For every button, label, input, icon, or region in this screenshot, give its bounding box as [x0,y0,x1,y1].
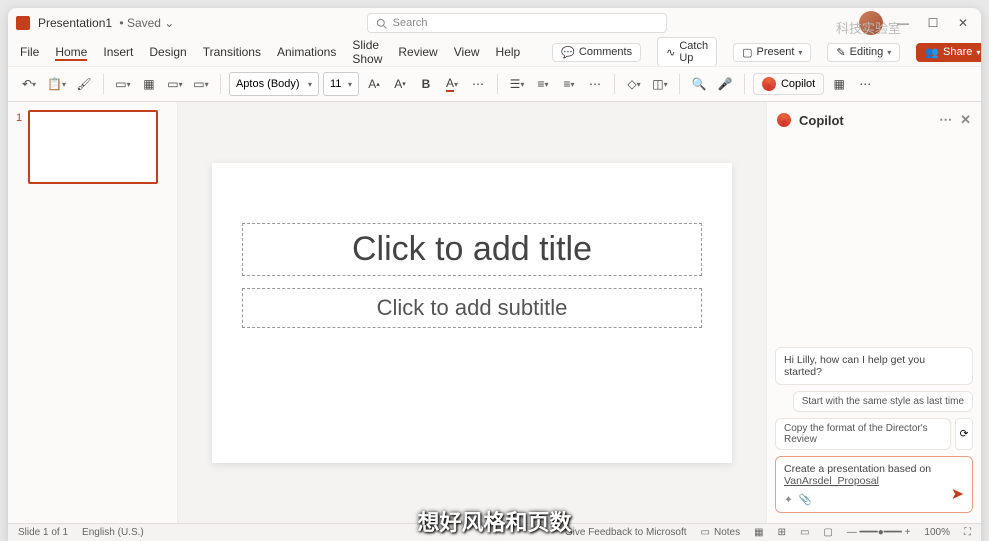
view-reading-button[interactable]: ▭ [800,527,809,538]
designer-button[interactable]: ▦ [828,72,850,96]
menu-transitions[interactable]: Transitions [203,43,261,61]
copilot-title: Copilot [799,113,844,128]
language-status[interactable]: English (U.S.) [82,527,144,538]
menu-view[interactable]: View [454,43,480,61]
notes-button[interactable]: ▭ Notes [701,527,741,538]
copilot-close-button[interactable]: ✕ [960,112,971,128]
view-slideshow-button[interactable]: ▢ [823,527,832,538]
share-button[interactable]: 👥 Share ▾ [916,43,981,62]
font-family-select[interactable]: Aptos (Body)▾ [229,72,319,96]
maximize-button[interactable]: ☐ [923,16,943,30]
minimize-button[interactable]: — [893,16,913,30]
slide-counter[interactable]: Slide 1 of 1 [18,527,68,538]
new-slide-button[interactable]: ▭▾ [112,72,134,96]
shapes-button[interactable]: ◇▾ [623,72,645,96]
slide-thumbnails-panel: 1 [8,102,178,523]
close-button[interactable]: ✕ [953,16,973,30]
dictate-button[interactable]: 🎤 [714,72,736,96]
menu-file[interactable]: File [20,43,39,61]
layout-button[interactable]: ▦ [138,72,160,96]
menu-home[interactable]: Home [55,43,87,61]
document-title[interactable]: Presentation1 [38,16,112,30]
section-button[interactable]: ▭▾ [190,72,212,96]
copilot-input[interactable]: Create a presentation based on VanArsdel… [775,456,973,513]
slide-editor: Click to add title Click to add subtitle [178,102,766,523]
slide-thumbnail-1[interactable] [28,110,158,184]
powerpoint-icon [16,16,30,30]
attachment-icon[interactable]: 📎 [799,493,812,506]
copilot-suggestion-2[interactable]: Copy the format of the Director's Review [775,418,951,450]
search-icon [376,18,387,29]
increase-font-button[interactable]: A▴ [363,72,385,96]
ribbon-toolbar: ↶▾ 📋▾ 🖌 ▭▾ ▦ ▭▾ ▭▾ Aptos (Body)▾ 11▾ A▴ … [8,66,981,102]
comments-button[interactable]: 💬 Comments [552,43,641,62]
copilot-icon [762,77,776,91]
bold-button[interactable]: B [415,72,437,96]
title-placeholder[interactable]: Click to add title [242,223,702,276]
view-sorter-button[interactable]: ⊞ [778,527,786,538]
reuse-button[interactable]: ▭▾ [164,72,186,96]
catchup-button[interactable]: ∿ Catch Up [657,37,717,67]
menu-help[interactable]: Help [496,43,521,61]
menu-design[interactable]: Design [149,43,186,61]
user-avatar[interactable] [859,11,883,35]
decrease-font-button[interactable]: A▾ [389,72,411,96]
zoom-slider[interactable]: — ━━━●━━━ + [847,527,911,538]
save-state[interactable]: • Saved ⌄ [116,16,174,30]
menu-insert[interactable]: Insert [103,43,133,61]
thumbnail-number: 1 [16,110,22,184]
feedback-link[interactable]: Give Feedback to Microsoft [565,527,687,538]
slide-canvas[interactable]: Click to add title Click to add subtitle [212,163,732,463]
bullets-button[interactable]: ☰▾ [506,72,528,96]
align-button[interactable]: ≡▾ [558,72,580,96]
search-box[interactable]: Search [367,13,667,33]
copilot-attachment-link[interactable]: VanArsdel_Proposal [784,475,879,487]
status-bar: Slide 1 of 1 English (U.S.) Give Feedbac… [8,523,981,541]
font-size-select[interactable]: 11▾ [323,72,359,96]
more-para-button[interactable]: ⋯ [584,72,606,96]
more-ribbon-button[interactable]: ⋯ [854,72,876,96]
menu-bar: File Home Insert Design Transitions Anim… [8,38,981,66]
font-color-button[interactable]: A▾ [441,72,463,96]
title-bar: Presentation1 • Saved ⌄ Search — ☐ ✕ [8,8,981,38]
sparkle-icon[interactable]: ✦ [784,494,793,506]
copilot-ribbon-button[interactable]: Copilot [753,73,824,95]
undo-button[interactable]: ↶▾ [18,72,40,96]
view-normal-button[interactable]: ▦ [754,527,763,538]
copilot-more-button[interactable]: ⋯ [939,112,952,128]
numbering-button[interactable]: ≡▾ [532,72,554,96]
format-painter-button[interactable]: 🖌 [73,72,95,96]
cursor-icon: ➤ [951,484,964,504]
more-font-button[interactable]: ⋯ [467,72,489,96]
copilot-panel: Copilot ⋯ ✕ Hi Lilly, how can I help get… [766,102,981,523]
paste-button[interactable]: 📋▾ [44,72,69,96]
menu-animations[interactable]: Animations [277,43,336,61]
copilot-refresh-button[interactable]: ⟳ [955,418,973,450]
present-button[interactable]: ▢ Present ▾ [733,43,811,62]
menu-slideshow[interactable]: Slide Show [352,36,382,68]
copilot-suggestion-1[interactable]: Start with the same style as last time [793,391,973,412]
subtitle-placeholder[interactable]: Click to add subtitle [242,288,702,328]
editing-button[interactable]: ✎ Editing ▾ [827,43,900,62]
zoom-level[interactable]: 100% [924,527,950,538]
menu-review[interactable]: Review [398,43,437,61]
find-button[interactable]: 🔍 [688,72,710,96]
fit-button[interactable]: ⛶ [964,527,971,538]
copilot-greeting: Hi Lilly, how can I help get you started… [775,347,973,385]
arrange-button[interactable]: ◫▾ [649,72,671,96]
copilot-icon [777,113,791,127]
